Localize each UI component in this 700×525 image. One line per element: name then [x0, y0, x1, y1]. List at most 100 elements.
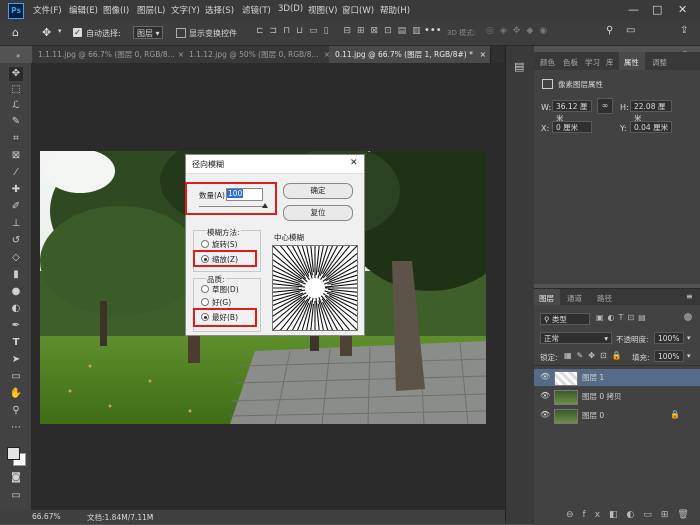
- quick-mask-icon[interactable]: ◙: [9, 471, 23, 485]
- ok-button[interactable]: 确定: [283, 183, 353, 199]
- crop-tool-icon[interactable]: ⌗: [9, 132, 23, 146]
- amount-slider-track[interactable]: [199, 206, 267, 207]
- blend-mode-dropdown[interactable]: 正常 ▾: [540, 332, 612, 344]
- width-field[interactable]: 36.12 厘米: [552, 100, 592, 123]
- zoom-radio[interactable]: [201, 255, 209, 263]
- workspace-icon[interactable]: ▭: [626, 25, 635, 36]
- tab-color[interactable]: 颜色: [540, 57, 555, 68]
- layer-row-0[interactable]: 👁 图层 0 🔒: [534, 407, 700, 424]
- collapse-toolbar-icon[interactable]: »: [16, 52, 20, 60]
- menu-view[interactable]: 视图(V): [308, 4, 337, 16]
- reset-button[interactable]: 复位: [283, 205, 353, 221]
- gradient-tool-icon[interactable]: ▮: [9, 268, 23, 282]
- menu-help[interactable]: 帮助(H): [380, 4, 410, 16]
- close-icon[interactable]: ✕: [350, 158, 358, 168]
- tab-1-1-11[interactable]: 1.1.11.jpg @ 66.7% (图层 0, RGB/8... ×: [32, 46, 189, 63]
- eraser-tool-icon[interactable]: ◇: [9, 251, 23, 265]
- screen-mode-icon[interactable]: ▭: [9, 489, 23, 503]
- center-blur-preview[interactable]: [272, 245, 358, 331]
- history-panel-icon[interactable]: ▤: [514, 60, 524, 73]
- status-arrow-icon[interactable]: ›: [150, 511, 153, 520]
- auto-select-dropdown[interactable]: 图层 ▾: [133, 26, 163, 39]
- show-transform-checkbox[interactable]: [176, 28, 186, 38]
- amount-slider-thumb[interactable]: [262, 203, 268, 208]
- dodge-tool-icon[interactable]: ◐: [9, 302, 23, 316]
- fill-field[interactable]: 100%: [654, 350, 684, 362]
- tab-paths[interactable]: 路径: [597, 293, 612, 304]
- maximize-button[interactable]: □: [652, 3, 662, 16]
- menu-image[interactable]: 图像(I): [103, 4, 129, 16]
- brush-tool-icon[interactable]: ✐: [9, 200, 23, 214]
- draft-radio[interactable]: [201, 285, 209, 293]
- eye-icon[interactable]: 👁: [540, 391, 550, 400]
- search-icon[interactable]: ⚲: [606, 25, 613, 36]
- hand-tool-icon[interactable]: ✋: [9, 387, 23, 401]
- close-icon[interactable]: ×: [480, 46, 486, 63]
- menu-filter[interactable]: 滤镜(T): [242, 4, 271, 16]
- lasso-tool-icon[interactable]: ℒ: [9, 99, 23, 113]
- amount-input[interactable]: 100: [226, 188, 263, 201]
- rectangle-tool-icon[interactable]: ▭: [9, 370, 23, 384]
- foreground-color-swatch[interactable]: [7, 447, 20, 460]
- eye-icon[interactable]: 👁: [540, 410, 550, 419]
- more-tools-icon[interactable]: ⋯: [9, 421, 23, 435]
- layer-bottom-icons[interactable]: ⊖fx◧◐▭⊞🗑: [566, 510, 698, 520]
- menu-window[interactable]: 窗口(W): [342, 4, 374, 16]
- healing-brush-icon[interactable]: ✚: [9, 183, 23, 197]
- 3d-tool-icons[interactable]: ◎◈✥◆◉: [486, 26, 553, 36]
- tab-libraries[interactable]: 库: [606, 57, 614, 68]
- x-field[interactable]: 0 厘米: [552, 121, 592, 133]
- share-icon[interactable]: ⇪: [680, 25, 688, 36]
- stamp-tool-icon[interactable]: ⊥: [9, 217, 23, 231]
- zoom-tool-icon[interactable]: ⚲: [9, 404, 23, 418]
- tab-properties[interactable]: 属性: [619, 52, 645, 70]
- menu-layer[interactable]: 图层(L): [137, 4, 165, 16]
- tab-0-11[interactable]: 0.11.jpg @ 66.7% (图层 1, RGB/8#) * ×: [329, 46, 491, 63]
- link-icon[interactable]: ∞: [597, 98, 613, 114]
- spin-radio[interactable]: [201, 240, 209, 248]
- move-tool-icon[interactable]: ✥: [9, 67, 23, 81]
- eyedropper-tool-icon[interactable]: ⁄: [9, 166, 23, 180]
- layer-row-1[interactable]: 👁 图层 1: [534, 369, 700, 386]
- menu-file[interactable]: 文件(F): [33, 4, 62, 16]
- path-select-icon[interactable]: ➤: [9, 353, 23, 367]
- tab-1-1-12[interactable]: 1.1.12.jpg @ 50% (图层 0, RGB/8... ×: [183, 46, 335, 63]
- good-radio[interactable]: [201, 298, 209, 306]
- tab-swatches[interactable]: 色板: [563, 57, 578, 68]
- layer-row-0-copy[interactable]: 👁 图层 0 拷贝: [534, 388, 700, 405]
- more-icon[interactable]: •••: [424, 25, 442, 36]
- auto-select-checkbox[interactable]: ✓: [73, 28, 82, 37]
- zoom-level[interactable]: 66.67%: [32, 512, 61, 521]
- move-tool-icon[interactable]: ✥: [42, 26, 51, 39]
- align-icons[interactable]: ⊏⊐⊓⊔▭▯ ⊟⊞⊠⊡▤▥: [256, 26, 427, 36]
- y-field[interactable]: 0.04 厘米: [630, 121, 672, 133]
- quick-select-tool-icon[interactable]: ✎: [9, 115, 23, 129]
- height-field[interactable]: 22.08 厘米: [630, 100, 672, 123]
- frame-tool-icon[interactable]: ⊠: [9, 149, 23, 163]
- chevron-down-icon[interactable]: ▾: [58, 27, 62, 35]
- tab-adjustments[interactable]: 调整: [652, 57, 667, 68]
- panel-menu-icon[interactable]: ≡: [686, 292, 693, 301]
- filter-toggle[interactable]: [684, 313, 692, 321]
- pen-tool-icon[interactable]: ✒: [9, 319, 23, 333]
- menu-edit[interactable]: 编辑(E): [69, 4, 98, 16]
- dialog-title-bar[interactable]: 径向模糊 ✕: [186, 155, 364, 174]
- tab-channels[interactable]: 通道: [567, 293, 582, 304]
- type-tool-icon[interactable]: T: [9, 336, 23, 350]
- opacity-field[interactable]: 100%: [654, 332, 684, 344]
- chevron-down-icon[interactable]: ▾: [687, 352, 691, 360]
- menu-3d[interactable]: 3D(D): [278, 4, 303, 14]
- eye-icon[interactable]: 👁: [540, 372, 550, 381]
- menu-type[interactable]: 文字(Y): [171, 4, 200, 16]
- chevron-down-icon[interactable]: ▾: [687, 334, 691, 342]
- layer-filter-dropdown[interactable]: ⚲ 类型: [540, 313, 590, 325]
- best-radio[interactable]: [201, 313, 209, 321]
- menu-select[interactable]: 选择(S): [205, 4, 234, 16]
- marquee-tool-icon[interactable]: ⬚: [9, 83, 23, 97]
- lock-icons[interactable]: ▦✎✥⊡🔒: [564, 351, 627, 360]
- filter-icons[interactable]: ▣◐T⊡▤: [596, 313, 650, 322]
- close-window-button[interactable]: ✕: [678, 3, 687, 16]
- tab-layers[interactable]: 图层: [534, 289, 560, 305]
- minimize-button[interactable]: —: [628, 3, 639, 16]
- tab-learn[interactable]: 学习: [585, 57, 600, 68]
